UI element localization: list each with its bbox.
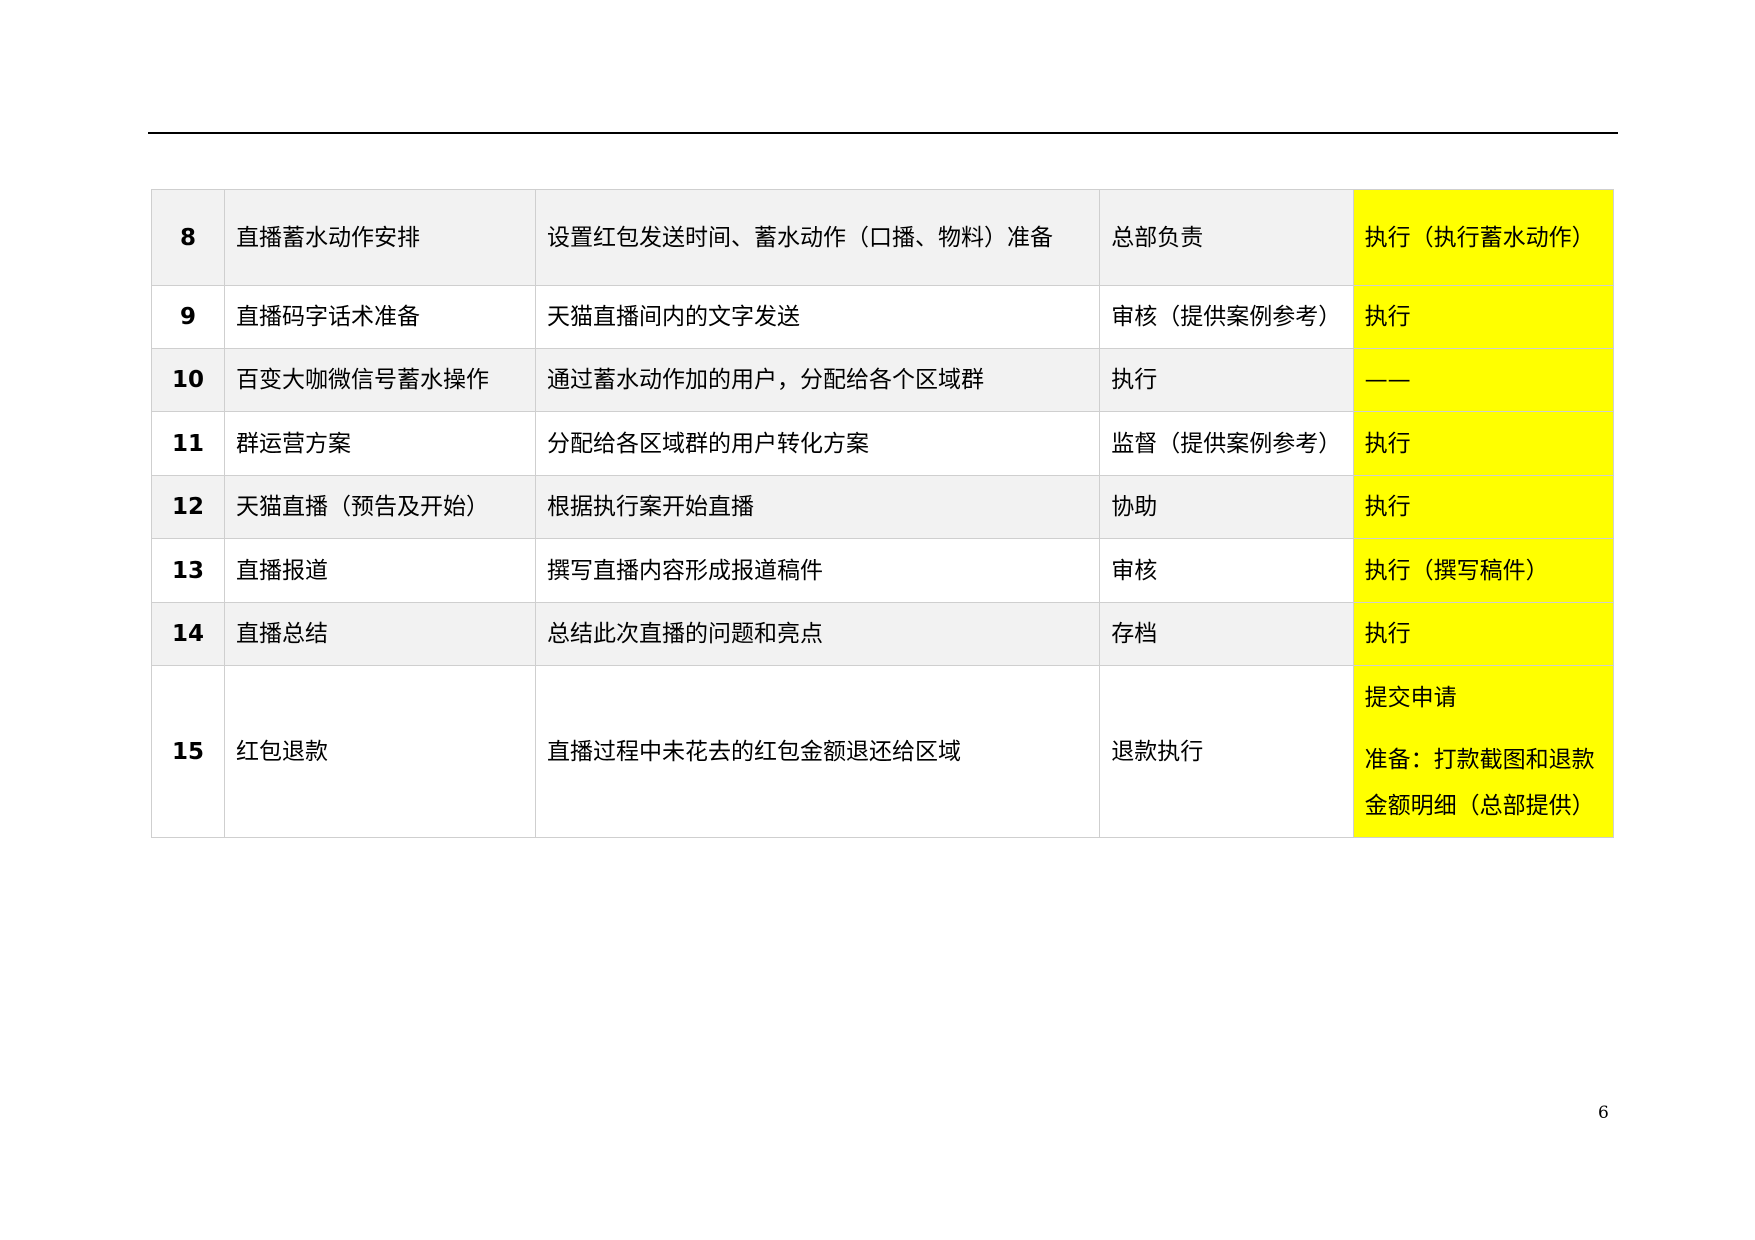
table-row: 14 直播总结 总结此次直播的问题和亮点 存档 执行 xyxy=(151,602,1615,666)
table-row: 9 直播码字话术准备 天猫直播间内的文字发送 审核（提供案例参考） 执行 xyxy=(151,285,1615,349)
row-number: 15 xyxy=(151,665,225,838)
branch-role-cell: —— xyxy=(1352,348,1615,412)
hq-role-cell: 审核 xyxy=(1099,538,1354,603)
row-number: 8 xyxy=(151,189,225,286)
branch-role-text: 执行 xyxy=(1364,304,1411,330)
row-number: 10 xyxy=(151,348,225,412)
item-cell: 直播蓄水动作安排 xyxy=(223,189,536,286)
branch-role-cell: 执行 xyxy=(1352,285,1615,349)
row-number: 9 xyxy=(151,285,225,349)
description-cell: 直播过程中未花去的红包金额退还给区域 xyxy=(534,665,1101,838)
branch-role-cell: 提交申请 准备：打款截图和退款金额明细（总部提供） xyxy=(1352,665,1615,838)
branch-role-cell: 执行（撰写稿件） xyxy=(1352,538,1615,603)
table-row: 13 直播报道 撰写直播内容形成报道稿件 审核 执行（撰写稿件） xyxy=(151,538,1615,603)
description-cell: 分配给各区域群的用户转化方案 xyxy=(534,411,1101,476)
branch-role-text: 准备：打款截图和退款金额明细（总部提供） xyxy=(1364,746,1595,819)
hq-role-cell: 总部负责 xyxy=(1099,189,1354,286)
row-number: 11 xyxy=(151,411,225,476)
branch-role-text: 执行（撰写稿件） xyxy=(1364,557,1549,584)
item-cell: 直播报道 xyxy=(223,538,536,603)
description-cell: 通过蓄水动作加的用户，分配给各个区域群 xyxy=(534,348,1101,412)
branch-role-text: 执行 xyxy=(1364,494,1411,520)
hq-role-cell: 协助 xyxy=(1099,475,1354,539)
description-cell: 根据执行案开始直播 xyxy=(534,475,1101,539)
table-row: 11 群运营方案 分配给各区域群的用户转化方案 监督（提供案例参考） 执行 xyxy=(151,411,1615,476)
row-number: 14 xyxy=(151,602,225,666)
branch-role-cell: 执行 xyxy=(1352,411,1615,476)
table-row: 12 天猫直播（预告及开始） 根据执行案开始直播 协助 执行 xyxy=(151,475,1615,539)
task-table: 8 直播蓄水动作安排 设置红包发送时间、蓄水动作（口播、物料）准备 总部负责 执… xyxy=(151,189,1615,838)
description-cell: 设置红包发送时间、蓄水动作（口播、物料）准备 xyxy=(534,189,1101,286)
branch-role-text: 执行 xyxy=(1364,621,1411,647)
item-cell: 直播总结 xyxy=(223,602,536,666)
branch-role-text: 提交申请 xyxy=(1364,684,1457,711)
hq-role-cell: 存档 xyxy=(1099,602,1354,666)
row-number: 13 xyxy=(151,538,225,603)
branch-role-cell: 执行 xyxy=(1352,475,1615,539)
branch-role-cell: 执行（执行蓄水动作） xyxy=(1352,189,1615,286)
branch-role-text: —— xyxy=(1364,367,1411,393)
description-cell: 天猫直播间内的文字发送 xyxy=(534,285,1101,349)
branch-role-cell: 执行 xyxy=(1352,602,1615,666)
page-number: 6 xyxy=(1598,1103,1609,1123)
hq-role-cell: 执行 xyxy=(1099,348,1354,412)
hq-role-cell: 监督（提供案例参考） xyxy=(1099,411,1354,476)
row-number: 12 xyxy=(151,475,225,539)
branch-role-text: 执行 xyxy=(1364,430,1411,457)
hq-role-cell: 审核（提供案例参考） xyxy=(1099,285,1354,349)
item-cell: 红包退款 xyxy=(223,665,536,838)
description-cell: 总结此次直播的问题和亮点 xyxy=(534,602,1101,666)
table-row: 15 红包退款 直播过程中未花去的红包金额退还给区域 退款执行 提交申请 准备：… xyxy=(151,665,1615,838)
hq-role-cell: 退款执行 xyxy=(1099,665,1354,838)
item-cell: 群运营方案 xyxy=(223,411,536,476)
table-row: 8 直播蓄水动作安排 设置红包发送时间、蓄水动作（口播、物料）准备 总部负责 执… xyxy=(151,189,1615,286)
item-cell: 百变大咖微信号蓄水操作 xyxy=(223,348,536,412)
item-cell: 天猫直播（预告及开始） xyxy=(223,475,536,539)
table-row: 10 百变大咖微信号蓄水操作 通过蓄水动作加的用户，分配给各个区域群 执行 —— xyxy=(151,348,1615,412)
branch-role-text: 执行（执行蓄水动作） xyxy=(1364,224,1595,251)
description-cell: 撰写直播内容形成报道稿件 xyxy=(534,538,1101,603)
item-cell: 直播码字话术准备 xyxy=(223,285,536,349)
header-rule xyxy=(148,132,1618,134)
